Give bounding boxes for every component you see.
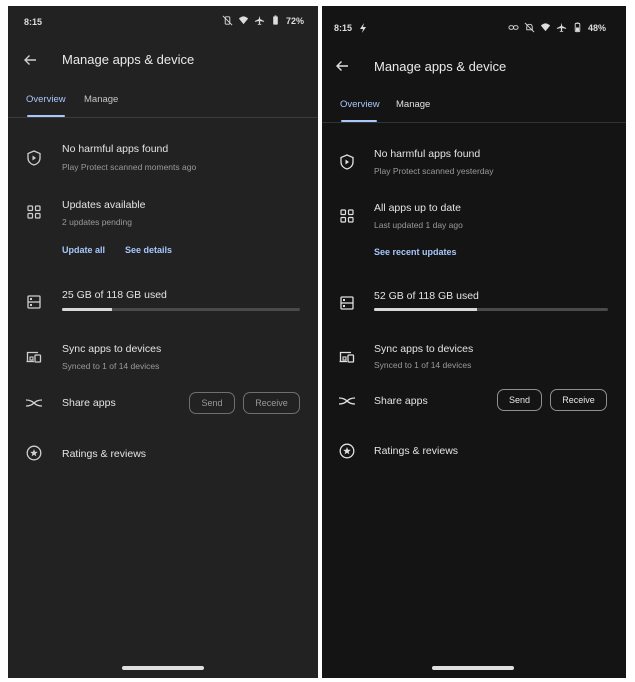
updates-subtitle: Last updated 1 day ago bbox=[374, 220, 463, 230]
share-title: Share apps bbox=[62, 397, 116, 409]
back-arrow-icon[interactable] bbox=[21, 51, 39, 69]
status-time: 8:15 bbox=[334, 23, 353, 33]
play-protect-icon bbox=[25, 149, 43, 167]
phone-screen-left: 8:15 72% Manage apps & device Overview M… bbox=[8, 6, 318, 678]
share-apps-icon bbox=[338, 392, 356, 410]
back-arrow-icon[interactable] bbox=[333, 57, 351, 75]
update-all-link[interactable]: Update all bbox=[62, 245, 105, 255]
wifi-icon bbox=[540, 23, 551, 32]
receive-button[interactable]: Receive bbox=[243, 392, 300, 414]
send-button[interactable]: Send bbox=[189, 392, 235, 414]
airplane-icon bbox=[556, 22, 567, 33]
share-title: Share apps bbox=[374, 395, 428, 407]
share-apps-icon bbox=[25, 394, 43, 412]
storage-icon bbox=[338, 294, 356, 312]
vibrate-off-icon bbox=[222, 15, 233, 26]
updates-title[interactable]: Updates available bbox=[62, 199, 145, 211]
devices-icon bbox=[338, 348, 356, 366]
phone-screen-right: 8:15 48% Manage apps & device Overview M… bbox=[322, 6, 626, 678]
sync-title[interactable]: Sync apps to devices bbox=[62, 343, 161, 355]
sync-subtitle: Synced to 1 of 14 devices bbox=[62, 361, 160, 371]
see-details-link[interactable]: See details bbox=[125, 245, 172, 255]
protect-subtitle: Play Protect scanned yesterday bbox=[374, 166, 494, 176]
storage-bar bbox=[374, 308, 608, 311]
protect-title[interactable]: No harmful apps found bbox=[62, 143, 168, 155]
status-icons: 48% bbox=[508, 22, 606, 33]
storage-bar bbox=[62, 308, 300, 311]
page-title: Manage apps & device bbox=[374, 59, 507, 74]
battery-percent: 72% bbox=[285, 15, 304, 26]
sync-subtitle: Synced to 1 of 14 devices bbox=[374, 360, 472, 370]
sync-title[interactable]: Sync apps to devices bbox=[374, 343, 473, 355]
apps-grid-icon bbox=[25, 203, 43, 221]
ratings-title[interactable]: Ratings & reviews bbox=[62, 448, 146, 460]
storage-bar-fill bbox=[62, 308, 112, 311]
ratings-title[interactable]: Ratings & reviews bbox=[374, 445, 458, 457]
airplane-icon bbox=[254, 15, 265, 26]
tabs-divider bbox=[8, 117, 318, 118]
notifications-off-icon bbox=[524, 22, 535, 33]
battery-percent: 48% bbox=[587, 22, 606, 33]
storage-title[interactable]: 52 GB of 118 GB used bbox=[374, 290, 479, 302]
status-bar: 8:15 72% bbox=[8, 6, 318, 36]
battery-icon bbox=[574, 22, 581, 33]
star-icon bbox=[25, 444, 43, 462]
tab-manage[interactable]: Manage bbox=[84, 94, 118, 105]
tab-overview[interactable]: Overview bbox=[340, 99, 380, 110]
charging-bolt-icon bbox=[360, 23, 366, 33]
tab-overview[interactable]: Overview bbox=[26, 94, 66, 105]
status-icons: 72% bbox=[222, 15, 304, 26]
receive-button[interactable]: Receive bbox=[550, 389, 607, 411]
status-bar: 8:15 48% bbox=[322, 6, 626, 36]
battery-icon bbox=[273, 15, 278, 25]
storage-icon bbox=[25, 293, 43, 311]
play-protect-icon bbox=[338, 153, 356, 171]
send-button[interactable]: Send bbox=[497, 389, 542, 411]
see-recent-updates-link[interactable]: See recent updates bbox=[374, 247, 457, 257]
tab-manage[interactable]: Manage bbox=[396, 99, 430, 110]
devices-icon bbox=[25, 348, 43, 366]
page-title: Manage apps & device bbox=[62, 52, 195, 67]
status-time: 8:15 bbox=[24, 17, 43, 27]
home-indicator[interactable] bbox=[122, 666, 204, 670]
tabs-divider bbox=[322, 122, 626, 123]
protect-title[interactable]: No harmful apps found bbox=[374, 148, 480, 160]
updates-title[interactable]: All apps up to date bbox=[374, 202, 461, 214]
storage-title[interactable]: 25 GB of 118 GB used bbox=[62, 289, 167, 301]
updates-subtitle: 2 updates pending bbox=[62, 217, 132, 227]
storage-bar-fill bbox=[374, 308, 477, 311]
protect-subtitle: Play Protect scanned moments ago bbox=[62, 162, 197, 172]
wifi-icon bbox=[238, 16, 249, 25]
apps-grid-icon bbox=[338, 207, 356, 225]
star-icon bbox=[338, 442, 356, 460]
link-icon bbox=[508, 25, 519, 30]
home-indicator[interactable] bbox=[432, 666, 514, 670]
